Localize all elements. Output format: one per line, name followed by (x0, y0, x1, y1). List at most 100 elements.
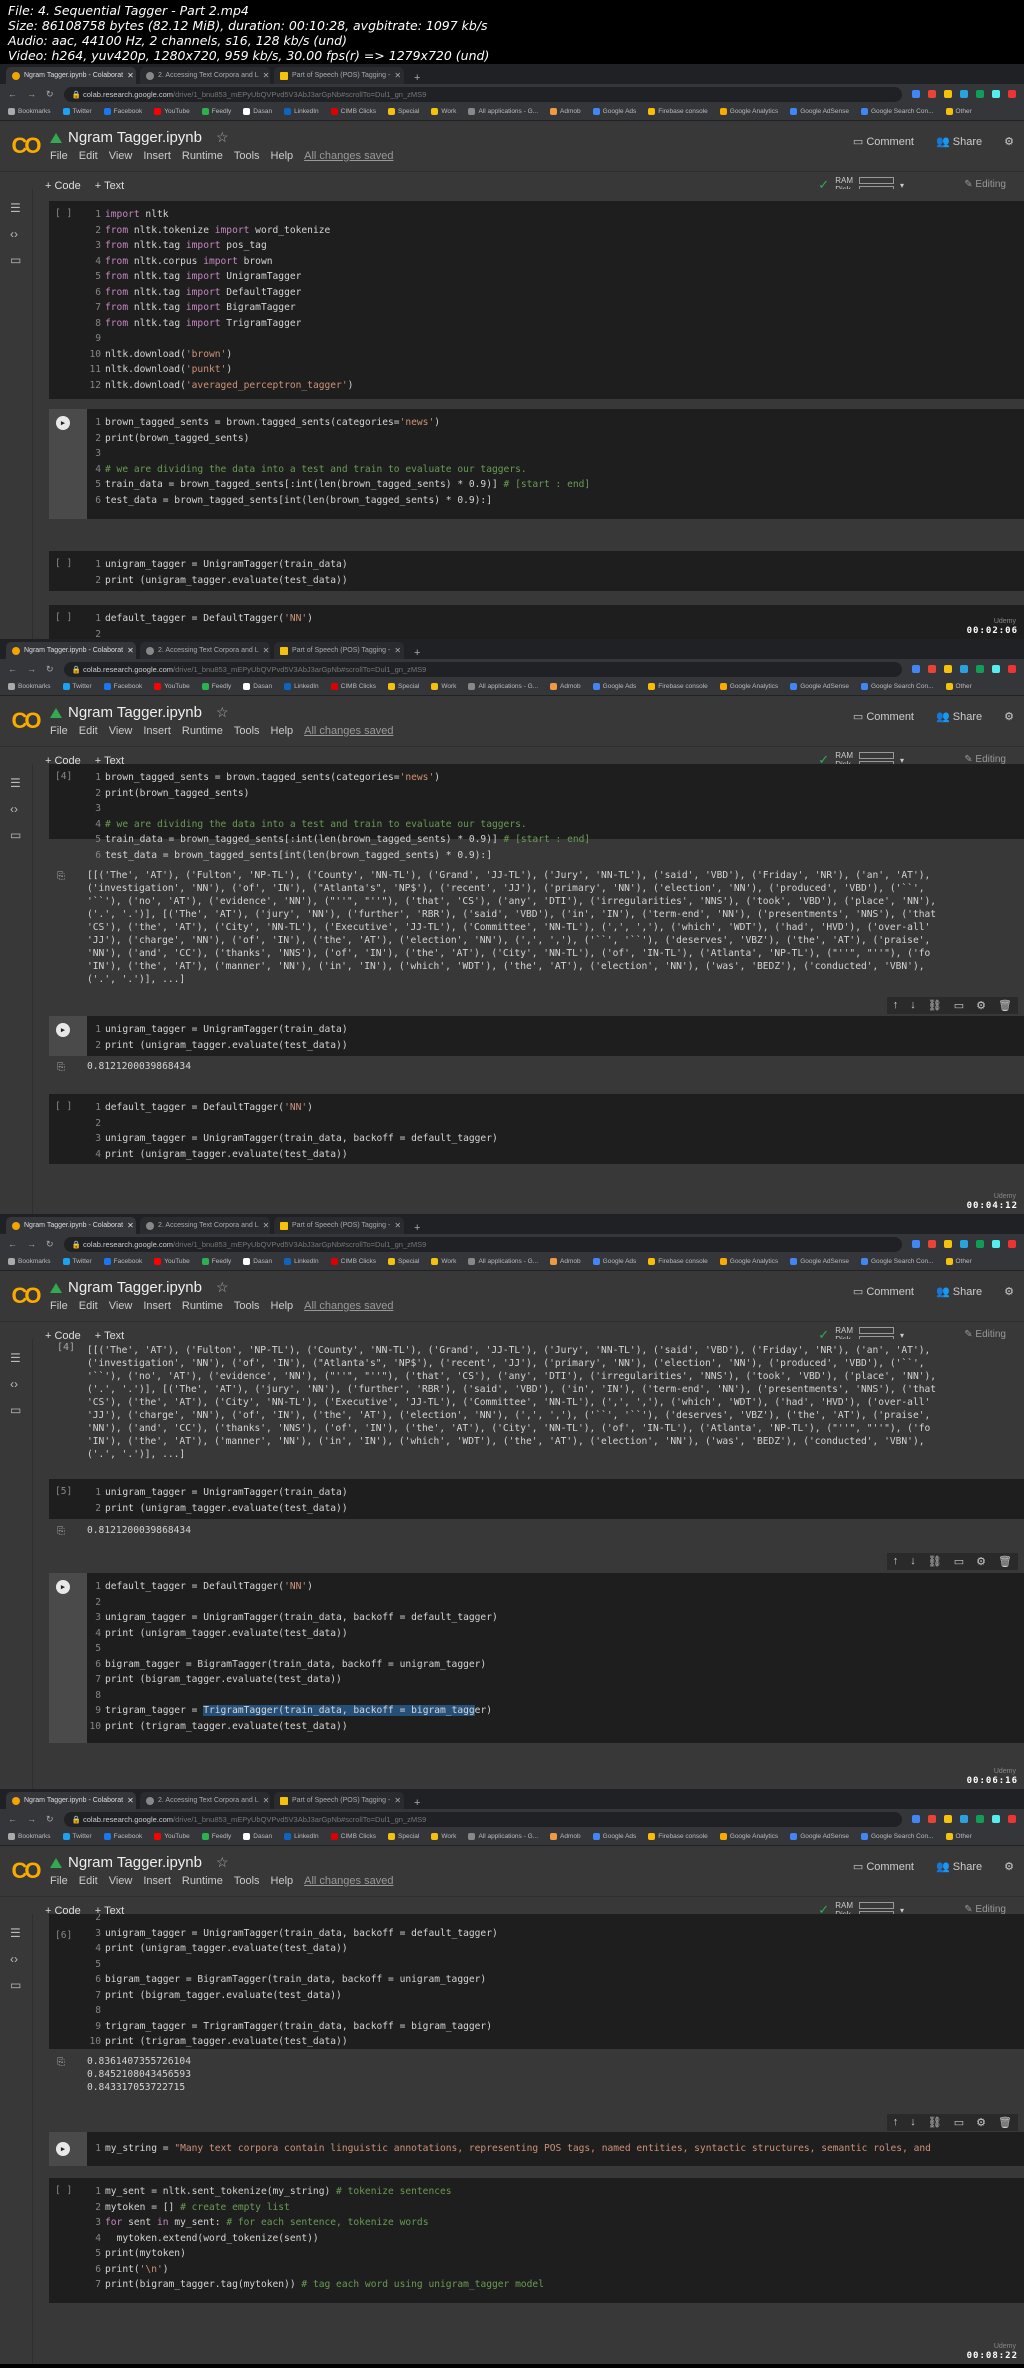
move-down-icon[interactable]: ↓ (910, 999, 916, 1012)
share-button[interactable]: 👥 Share (936, 710, 982, 723)
menu-edit[interactable]: Edit (79, 1875, 98, 1887)
extension-icon[interactable] (992, 1815, 1000, 1823)
execution-count[interactable]: [5] (55, 1484, 72, 1500)
cell-code[interactable]: 1 unigram_tagger = UnigramTagger(train_da… (87, 557, 347, 588)
comment-button[interactable]: ▭ Comment (853, 1285, 914, 1298)
files-folder-icon[interactable]: ▭ (10, 1403, 21, 1417)
bookmark-item[interactable]: Google Analytics (719, 108, 778, 116)
menu-help[interactable]: Help (271, 725, 294, 737)
extension-icon[interactable] (928, 1815, 936, 1823)
browser-tab[interactable]: 2. Accessing Text Corpora and L ✕ (140, 67, 270, 84)
url-input[interactable]: 🔒 colab.research.google.com/drive/1_bnu8… (63, 661, 902, 677)
code-cell[interactable]: [ ] 1 unigram_tagger = UnigramTagger(trai… (49, 551, 1024, 591)
extension-icon[interactable] (928, 665, 936, 673)
run-cell-button[interactable]: ▶ (56, 416, 70, 430)
bookmark-item[interactable]: Google Ads (592, 1833, 636, 1841)
url-input[interactable]: 🔒 colab.research.google.com/drive/1_bnu8… (63, 86, 902, 102)
extension-icon[interactable] (944, 665, 952, 673)
extension-icon[interactable] (912, 90, 920, 98)
menu-insert[interactable]: Insert (143, 1875, 171, 1887)
bookmark-item[interactable]: LinkedIn (284, 1258, 319, 1266)
url-input[interactable]: 🔒 colab.research.google.com/drive/1_bnu8… (63, 1236, 902, 1252)
toc-icon[interactable]: ☰ (10, 776, 21, 790)
bookmark-item[interactable]: Facebook (103, 683, 142, 691)
extension-icon[interactable] (976, 1815, 984, 1823)
comment-icon[interactable]: ▭ (954, 2116, 964, 2129)
move-down-icon[interactable]: ↓ (910, 1555, 916, 1568)
bookmark-item[interactable]: LinkedIn (284, 683, 319, 691)
menu-runtime[interactable]: Runtime (182, 725, 223, 737)
save-status[interactable]: All changes saved (304, 1300, 393, 1312)
move-up-icon[interactable]: ↑ (893, 1555, 899, 1568)
bookmark-item[interactable]: YouTube (154, 1833, 190, 1841)
bookmark-item[interactable]: Firebase console (648, 1258, 708, 1266)
bookmark-item[interactable]: Feedly (201, 108, 231, 116)
menu-help[interactable]: Help (271, 150, 294, 162)
toc-icon[interactable]: ☰ (10, 201, 21, 215)
new-tab-button[interactable]: + (408, 1797, 426, 1809)
output-icon[interactable]: ⎘ (57, 870, 65, 883)
menu-runtime[interactable]: Runtime (182, 1875, 223, 1887)
menu-view[interactable]: View (109, 725, 133, 737)
cell-code[interactable]: 2 3 unigram_tagger = UnigramTagger(train_… (87, 1914, 497, 2050)
trash-icon[interactable]: 🗑 (998, 999, 1012, 1012)
code-cell[interactable]: [5] 1 unigram_tagger = UnigramTagger(trai… (49, 1479, 1024, 1519)
settings-gear-icon[interactable]: ⚙ (1004, 710, 1014, 723)
menu-edit[interactable]: Edit (79, 1300, 98, 1312)
close-tab-icon[interactable]: ✕ (394, 646, 401, 655)
comment-icon[interactable]: ▭ (954, 1555, 964, 1568)
menu-insert[interactable]: Insert (143, 1300, 171, 1312)
bookmark-item[interactable]: CIMB Clicks (330, 1833, 376, 1841)
save-status[interactable]: All changes saved (304, 1875, 393, 1887)
bookmark-item[interactable]: Special (388, 1258, 419, 1266)
bookmark-item[interactable]: Dasan (243, 1833, 272, 1841)
bookmark-item[interactable]: Firebase console (648, 108, 708, 116)
extension-icon[interactable] (992, 665, 1000, 673)
extension-icon[interactable] (992, 1240, 1000, 1248)
bookmark-item[interactable]: LinkedIn (284, 1833, 319, 1841)
close-tab-icon[interactable]: ✕ (394, 1796, 401, 1805)
comment-button[interactable]: ▭ Comment (853, 1860, 914, 1873)
extension-icon[interactable] (928, 1240, 936, 1248)
browser-tab[interactable]: 2. Accessing Text Corpora and L ✕ (140, 1792, 270, 1809)
notebook-title[interactable]: Ngram Tagger.ipynb (68, 129, 202, 146)
new-tab-button[interactable]: + (408, 72, 426, 84)
close-tab-icon[interactable]: ✕ (394, 1221, 401, 1230)
bookmark-item[interactable]: YouTube (154, 1258, 190, 1266)
extension-icon[interactable] (944, 1240, 952, 1248)
extension-icon[interactable] (960, 665, 968, 673)
bookmark-item[interactable]: Facebook (103, 1258, 142, 1266)
move-down-icon[interactable]: ↓ (910, 2116, 916, 2129)
run-cell-button[interactable]: ▶ (56, 2142, 70, 2156)
bookmark-item[interactable]: Twitter (62, 1833, 92, 1841)
bookmark-item[interactable]: Google AdSense (790, 683, 849, 691)
cell-code[interactable]: 1 unigram_tagger = UnigramTagger(train_da… (87, 1485, 347, 1516)
menu-view[interactable]: View (109, 150, 133, 162)
trash-icon[interactable]: 🗑 (998, 2116, 1012, 2129)
back-icon[interactable]: ← (8, 89, 17, 99)
cell-code[interactable]: 1 brown_tagged_sents = brown.tagged_sents… (87, 415, 590, 508)
run-cell-button[interactable]: ▶ (56, 1023, 70, 1037)
link-icon[interactable]: ⛓ (928, 999, 942, 1012)
extension-icon[interactable] (1008, 90, 1016, 98)
extension-icon[interactable] (912, 1240, 920, 1248)
code-cell[interactable]: ▶ 1 brown_tagged_sents = brown.tagged_sen… (49, 409, 1024, 519)
bookmark-item[interactable]: Dasan (243, 683, 272, 691)
forward-icon[interactable]: → (27, 664, 36, 674)
bookmark-item[interactable]: Dasan (243, 1258, 272, 1266)
menu-view[interactable]: View (109, 1875, 133, 1887)
forward-icon[interactable]: → (27, 89, 36, 99)
close-tab-icon[interactable]: ✕ (263, 71, 270, 80)
comment-button[interactable]: ▭ Comment (853, 135, 914, 148)
menu-edit[interactable]: Edit (79, 725, 98, 737)
share-button[interactable]: 👥 Share (936, 1285, 982, 1298)
star-icon[interactable]: ☆ (216, 1279, 229, 1296)
back-icon[interactable]: ← (8, 664, 17, 674)
star-icon[interactable]: ☆ (216, 704, 229, 721)
extension-icon[interactable] (912, 665, 920, 673)
bookmark-item[interactable]: Admob (550, 1258, 581, 1266)
code-cell[interactable]: ▶ 1 unigram_tagger = UnigramTagger(train_… (49, 1016, 1024, 1056)
link-icon[interactable]: ⛓ (928, 1555, 942, 1568)
settings-gear-icon[interactable]: ⚙ (1004, 135, 1014, 148)
bookmark-item[interactable]: Google Search Con... (860, 108, 934, 116)
